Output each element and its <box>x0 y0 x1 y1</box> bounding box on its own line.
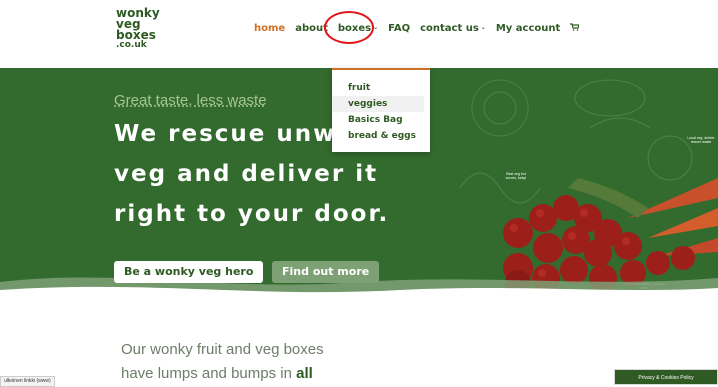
dropdown-item-basics-bag[interactable]: Basics Bag <box>332 112 424 128</box>
site-header: wonky veg boxes .co.uk home about boxes ⌄… <box>0 0 718 68</box>
cart-icon[interactable] <box>570 22 581 34</box>
chevron-down-icon: ⌄ <box>480 24 486 31</box>
headline-line: veg and deliver it <box>114 161 379 187</box>
annotation-text: Best veg but curves, baby! <box>505 172 527 180</box>
headline-line: right to your door. <box>114 201 390 227</box>
nav-contact-us[interactable]: contact us ⌄ <box>420 23 486 34</box>
intro-line: Our wonky fruit and veg boxes <box>121 341 324 358</box>
find-out-more-button[interactable]: Find out more <box>272 261 380 283</box>
annotation-text: Local veg, deliver rescue waste <box>687 136 715 144</box>
dropdown-item-fruit[interactable]: fruit <box>332 80 424 96</box>
dropdown-item-bread-eggs[interactable]: bread & eggs <box>332 128 424 144</box>
nav-my-account[interactable]: My account <box>496 23 560 34</box>
privacy-cookies-button[interactable]: Privacy & Cookies Policy <box>614 369 718 385</box>
be-a-hero-button[interactable]: Be a wonky veg hero <box>114 261 264 283</box>
intro-line: have lumps and bumps in all <box>121 362 324 386</box>
site-logo[interactable]: wonky veg boxes .co.uk <box>116 7 176 50</box>
nav-contact-label: contact us <box>420 22 479 34</box>
nav-about[interactable]: about <box>295 23 328 34</box>
nav-faq[interactable]: FAQ <box>388 23 410 34</box>
intro-bold: all <box>296 365 313 382</box>
intro-text: Our wonky fruit and veg boxes have lumps… <box>121 338 324 386</box>
highlight-circle <box>324 11 374 44</box>
hero-tagline: Great taste, less waste <box>114 92 267 109</box>
nav-home[interactable]: home <box>254 23 285 34</box>
boxes-dropdown-menu: fruit veggies Basics Bag bread & eggs <box>332 68 430 152</box>
main-nav: home about boxes ⌄ FAQ contact us ⌄ My acc… <box>254 20 581 36</box>
intro-text-part: have lumps and bumps in <box>121 365 297 382</box>
status-bar: ulkoinen linkki (www) <box>0 376 55 387</box>
logo-tld: .co.uk <box>116 40 147 50</box>
dropdown-item-veggies[interactable]: veggies <box>332 96 424 112</box>
cart-icon-svg <box>570 22 581 31</box>
